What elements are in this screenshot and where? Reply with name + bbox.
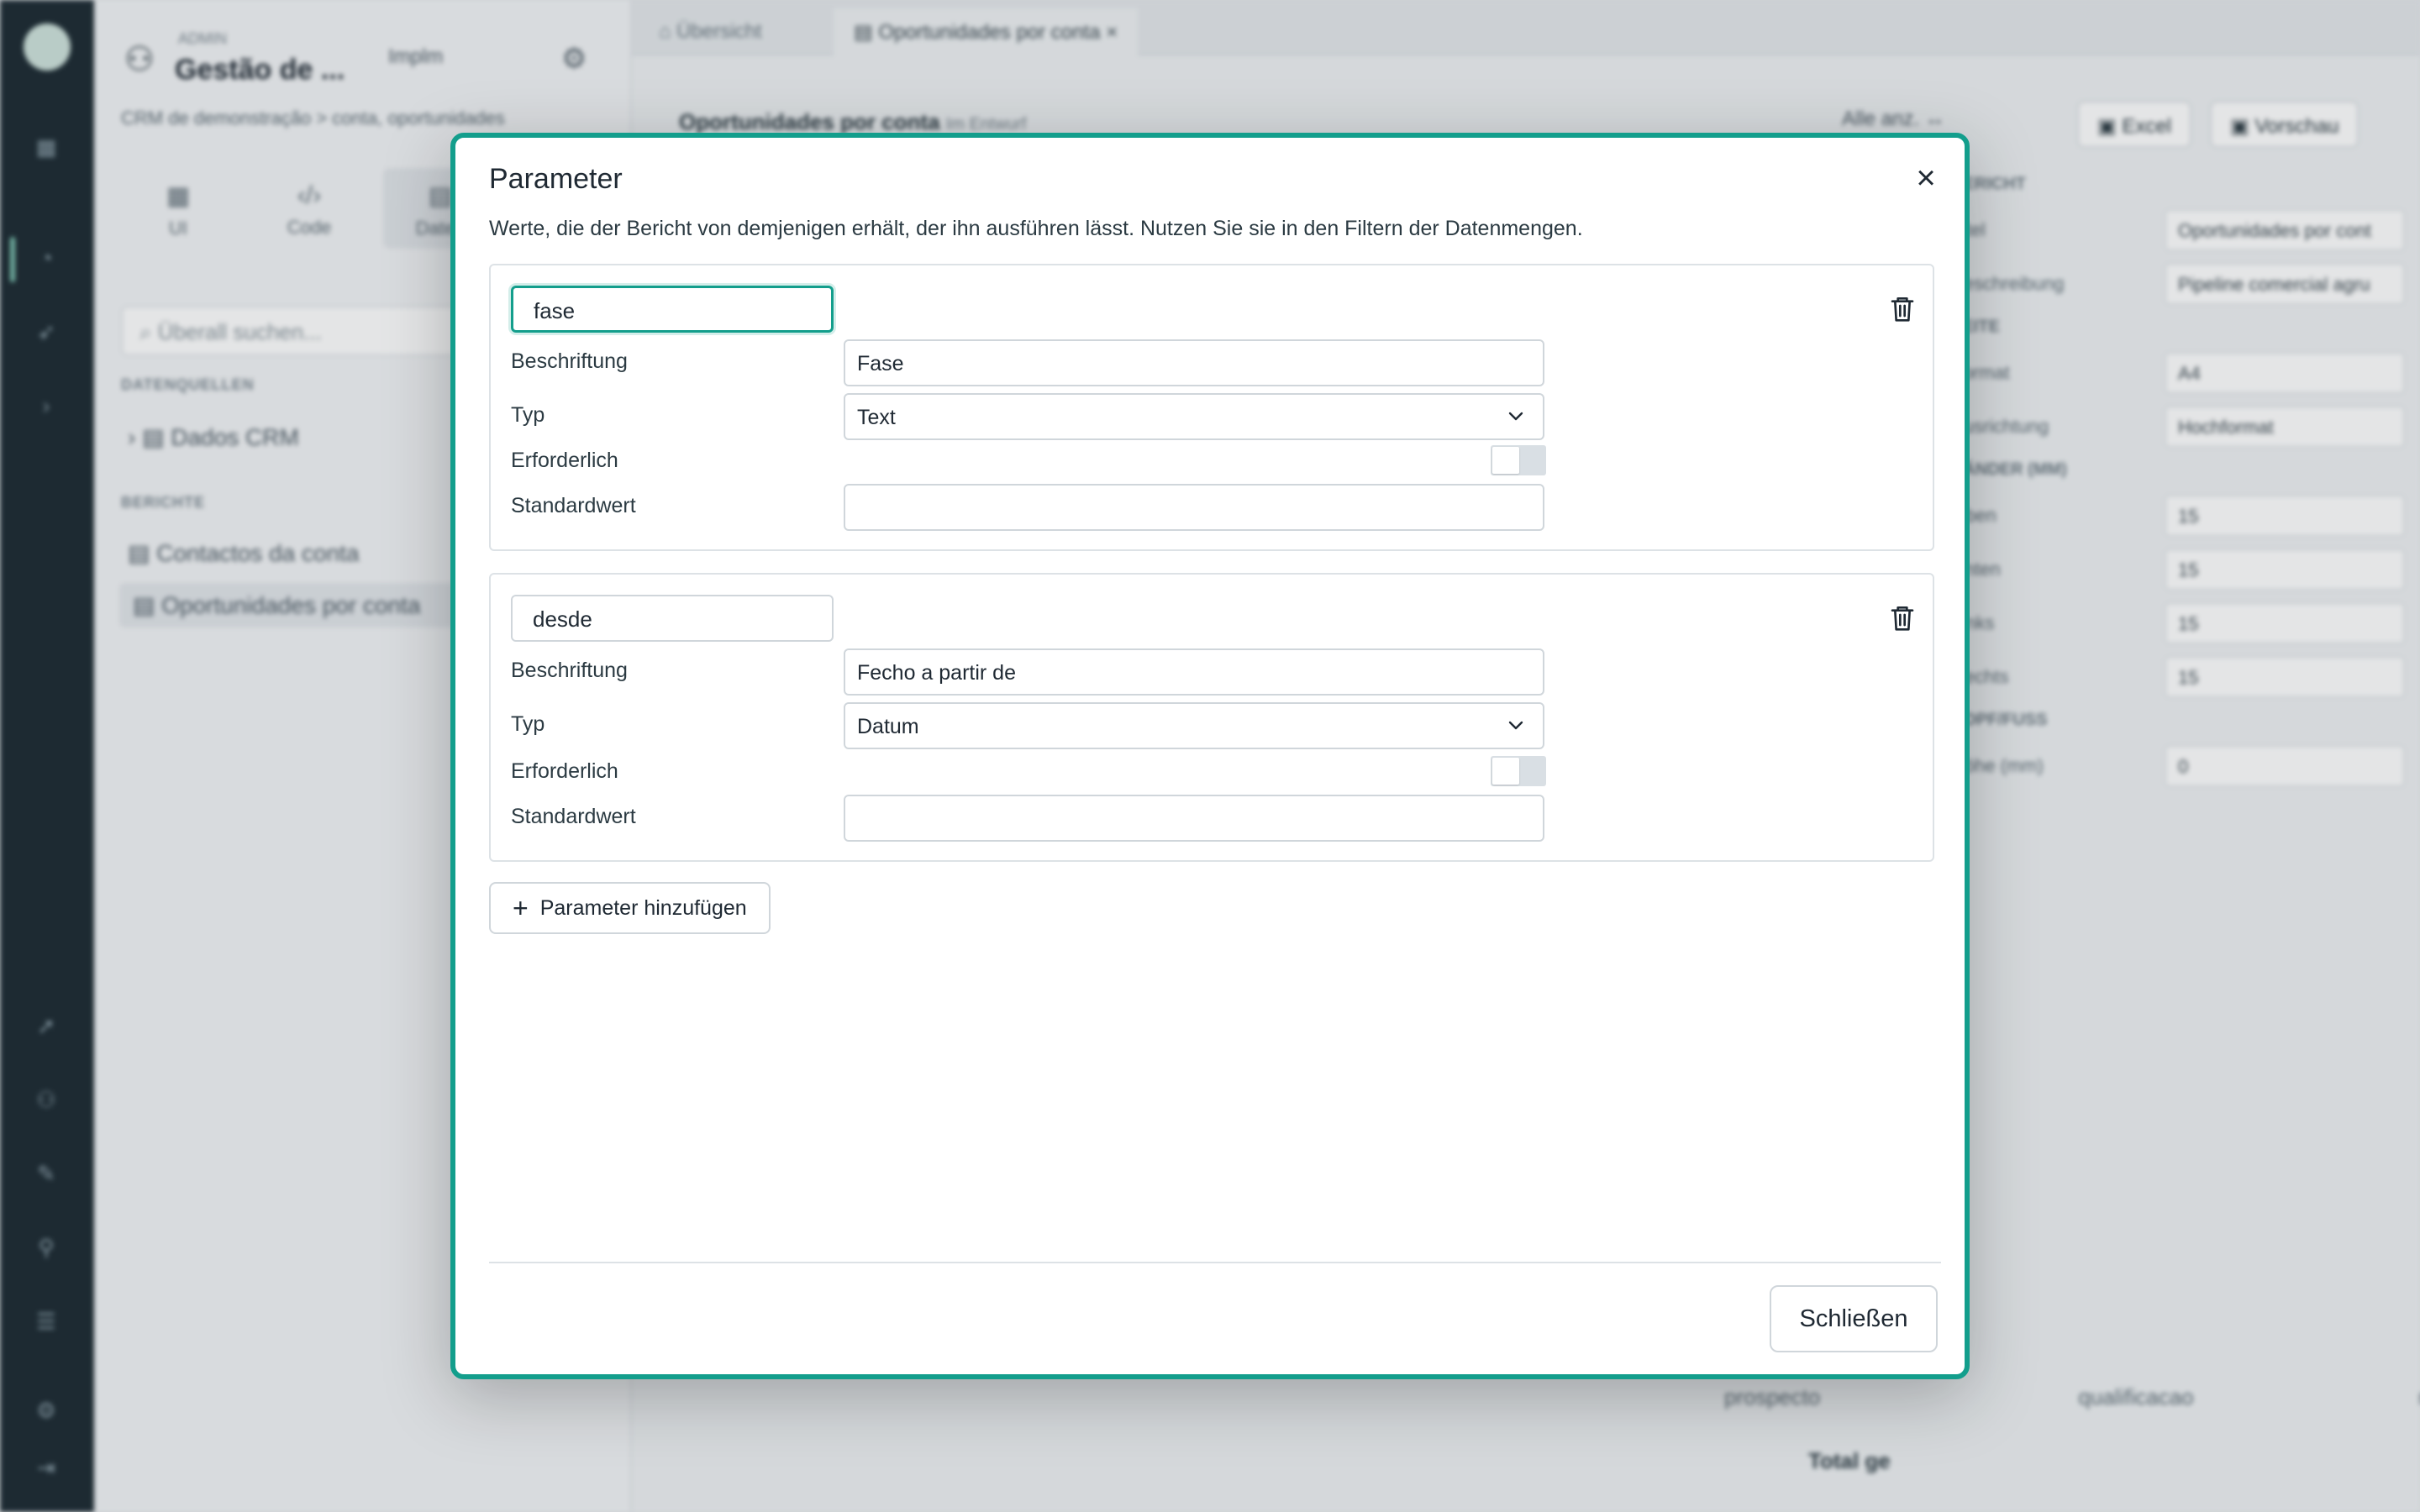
type-value: Datum <box>857 715 919 738</box>
toggle-knob <box>1492 447 1519 474</box>
dialog-description: Werte, die der Bericht von demjenigen er… <box>489 217 1583 240</box>
chevron-down-icon <box>1508 412 1523 421</box>
parameter-card: desde Beschriftung Fecho a partir de Typ… <box>489 573 1934 862</box>
required-toggle[interactable] <box>1491 445 1546 475</box>
caption-label: Beschriftung <box>511 659 628 682</box>
chevron-down-icon <box>1508 721 1523 730</box>
default-value-input[interactable] <box>844 795 1544 842</box>
add-parameter-label: Parameter hinzufügen <box>539 895 747 920</box>
default-value-input[interactable] <box>844 484 1544 531</box>
parameter-name-input[interactable]: fase <box>511 286 834 333</box>
type-select[interactable]: Datum <box>844 702 1544 749</box>
add-parameter-button[interactable]: + Parameter hinzufügen <box>489 882 771 934</box>
trash-icon[interactable] <box>1889 603 1916 633</box>
type-label: Typ <box>511 403 545 427</box>
required-label: Erforderlich <box>511 759 618 783</box>
default-label: Standardwert <box>511 805 636 828</box>
footer-divider <box>489 1262 1941 1263</box>
default-label: Standardwert <box>511 494 636 517</box>
type-value: Text <box>857 406 896 429</box>
caption-label: Beschriftung <box>511 349 628 373</box>
close-button[interactable]: Schließen <box>1770 1285 1938 1352</box>
trash-icon[interactable] <box>1889 294 1916 324</box>
required-label: Erforderlich <box>511 449 618 472</box>
toggle-knob <box>1492 758 1519 785</box>
parameter-card: fase Beschriftung Fase Typ Text Erforder… <box>489 264 1934 551</box>
caption-input[interactable]: Fase <box>844 339 1544 386</box>
plus-icon: + <box>513 893 529 923</box>
parameter-name-input[interactable]: desde <box>511 595 834 642</box>
required-toggle[interactable] <box>1491 756 1546 786</box>
close-icon[interactable]: × <box>1909 161 1943 195</box>
caption-input[interactable]: Fecho a partir de <box>844 648 1544 696</box>
type-select[interactable]: Text <box>844 393 1544 440</box>
type-label: Typ <box>511 712 545 736</box>
parameter-dialog: Parameter × Werte, die der Bericht von d… <box>450 133 1970 1379</box>
dialog-title: Parameter <box>489 163 623 195</box>
